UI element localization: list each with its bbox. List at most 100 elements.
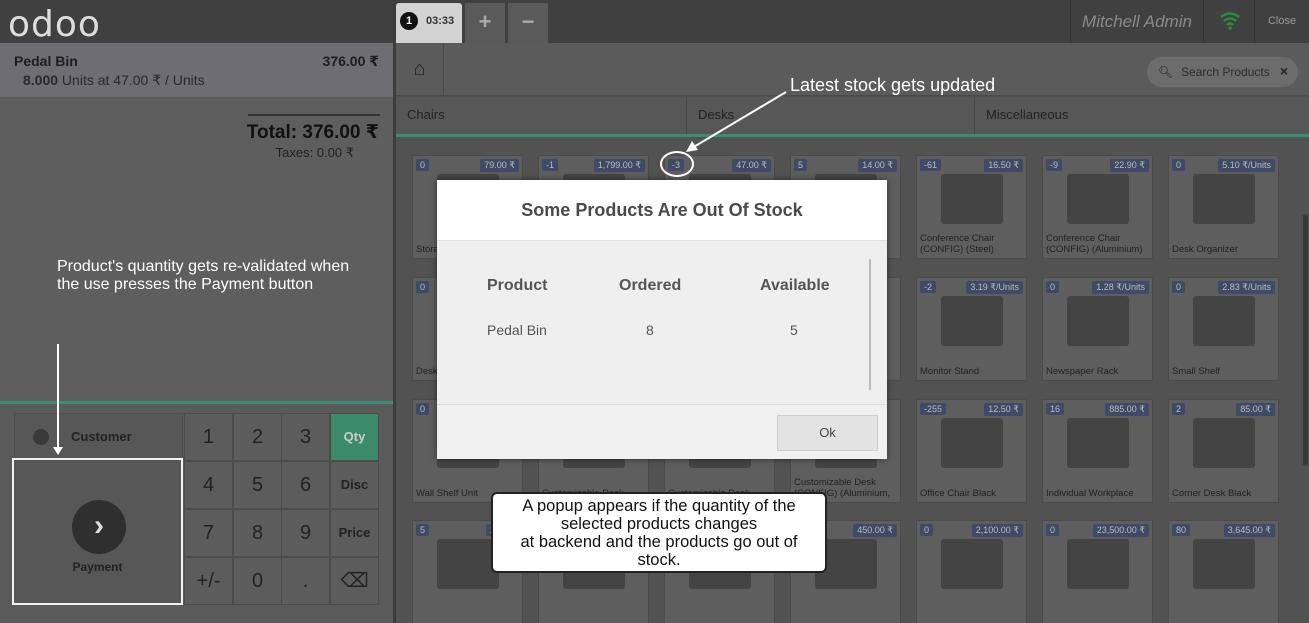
key-3[interactable]: 3 [281,413,330,461]
product-card[interactable]: 0 1.28 ₹/Units Newspaper Rack [1042,277,1153,381]
order-line-qty: 8.000 [23,72,59,88]
product-card[interactable]: 2 85.00 ₹ Corner Desk Black [1168,399,1279,503]
product-scrollbar[interactable] [1303,215,1308,465]
product-image [1067,174,1129,224]
total-divider [248,114,380,116]
key-8[interactable]: 8 [233,509,282,557]
product-name: Individual Workplace [1046,488,1134,499]
product-image [1193,539,1255,589]
stock-badge: 5 [794,159,808,171]
stock-badge: -2 [920,281,937,293]
disc-mode-button[interactable]: Disc [330,461,379,509]
price-mode-button[interactable]: Price [330,509,379,557]
header-available: Available [760,277,830,294]
backspace-key[interactable]: ⌫ [330,557,379,605]
product-card[interactable]: 0 2.83 ₹/Units Small Shelf [1168,277,1279,381]
search-input[interactable]: Search Products [1181,65,1270,79]
order-line[interactable]: Pedal Bin 376.00 ₹ 8.000 Units at 47.00 … [0,43,393,97]
category-miscellaneous[interactable]: Miscellaneous [975,97,1309,134]
callout-line-2: selected products changes [560,515,758,533]
key-6[interactable]: 6 [281,461,330,509]
clear-search-icon[interactable]: × [1280,63,1288,79]
product-image [941,539,1003,589]
key-0[interactable]: 0 [233,557,282,605]
price-badge: 3,645.00 ₹ [1223,524,1275,537]
order-time: 03:33 [426,15,455,27]
stock-badge: 5 [416,524,430,536]
annotation-popup-callout: A popup appears if the quantity of the s… [491,492,827,573]
search-icon: 🔍︎ [1158,65,1174,79]
product-name: Desk Organizer [1172,244,1238,255]
remove-order-button[interactable]: − [508,3,548,43]
key-9[interactable]: 9 [281,509,330,557]
ok-button[interactable]: Ok [777,415,878,451]
header-product: Product [487,277,548,294]
callout-line-4: stock. [637,551,681,569]
product-image [941,174,1003,224]
person-icon [33,429,49,445]
popup-scrollbar[interactable] [869,259,871,390]
order-line-product: Pedal Bin [14,53,78,69]
price-badge: 12.50 ₹ [984,403,1023,416]
order-tab-1[interactable]: 1 03:33 [396,3,462,43]
key-4[interactable]: 4 [184,461,233,509]
product-name: Conference Chair (CONFIG) (Steel) [920,233,995,255]
product-card[interactable]: 0 5.10 ₹/Units Desk Organizer [1168,155,1279,259]
qty-mode-button[interactable]: Qty [330,413,379,461]
out-of-stock-popup: Some Products Are Out Of Stock Product O… [437,180,887,459]
category-bar: Chairs Desks Miscellaneous [396,97,1309,134]
row-available: 5 [790,322,798,338]
key-decimal[interactable]: . [281,557,330,605]
stock-badge: 16 [1046,403,1065,415]
wifi-icon [1205,0,1255,43]
stock-badge: 0 [1172,159,1186,171]
add-order-button[interactable]: + [465,3,505,43]
key-plus-minus[interactable]: +/- [184,557,233,605]
product-card[interactable]: -255 12.50 ₹ Office Chair Black [916,399,1027,503]
key-5[interactable]: 5 [233,461,282,509]
product-image [941,296,1003,346]
order-taxes: Taxes: 0.00 ₹ [275,145,354,160]
key-2[interactable]: 2 [233,413,282,461]
stock-badge: 0 [920,524,934,536]
product-card[interactable]: -2 3.19 ₹/Units Monitor Stand [916,277,1027,381]
product-card[interactable]: 80 3,645.00 ₹ [1168,520,1279,623]
category-chairs[interactable]: Chairs [396,97,687,134]
annotation-revalidation-line-1: Product's quantity gets re-validated whe… [57,258,350,275]
order-number-badge: 1 [400,12,418,30]
callout-line-1: A popup appears if the quantity of the [522,497,796,515]
key-1[interactable]: 1 [184,413,233,461]
payment-button[interactable]: › Payment [12,458,183,605]
header-ordered: Ordered [619,277,682,294]
stock-badge: 0 [1046,281,1060,293]
product-card[interactable]: 0 23,500.00 ₹ [1042,520,1153,623]
product-image [941,418,1003,468]
home-icon[interactable]: ⌂ [396,43,444,96]
product-card[interactable]: -61 16.50 ₹ Conference Chair (CONFIG) (Ste… [916,155,1027,259]
stock-badge: 0 [416,159,430,171]
price-badge: 885.00 ₹ [1105,403,1149,416]
product-name: Office Chair Black [920,488,996,499]
product-card[interactable]: 0 2,100.00 ₹ [916,520,1027,623]
close-button[interactable]: Close [1255,0,1309,43]
chevron-right-icon: › [72,500,126,554]
product-image [1193,174,1255,224]
stock-badge: 0 [416,403,430,415]
key-7[interactable]: 7 [184,509,233,557]
payment-label: Payment [72,560,123,574]
stock-badge: -255 [920,403,947,415]
price-badge: 2,100.00 ₹ [971,524,1023,537]
search-box[interactable]: 🔍︎ Search Products × [1147,57,1298,87]
user-name[interactable]: Mitchell Admin [1070,0,1204,43]
stock-badge: 0 [1046,524,1060,536]
product-card[interactable]: 16 885.00 ₹ Individual Workplace [1042,399,1153,503]
product-name: Conference Chair (CONFIG) (Aluminium) [1046,233,1143,255]
price-badge: 23,500.00 ₹ [1092,524,1149,537]
popup-body: Product Ordered Available Pedal Bin 8 5 [437,241,887,404]
stock-badge: -9 [1046,159,1063,171]
product-card[interactable]: -9 22.90 ₹ Conference Chair (CONFIG) (Alum… [1042,155,1153,259]
product-name: Small Shelf [1172,366,1221,377]
price-badge: 1,799.00 ₹ [593,159,645,172]
price-badge: 2.83 ₹/Units [1218,281,1275,294]
annotation-arrowhead [53,447,63,455]
